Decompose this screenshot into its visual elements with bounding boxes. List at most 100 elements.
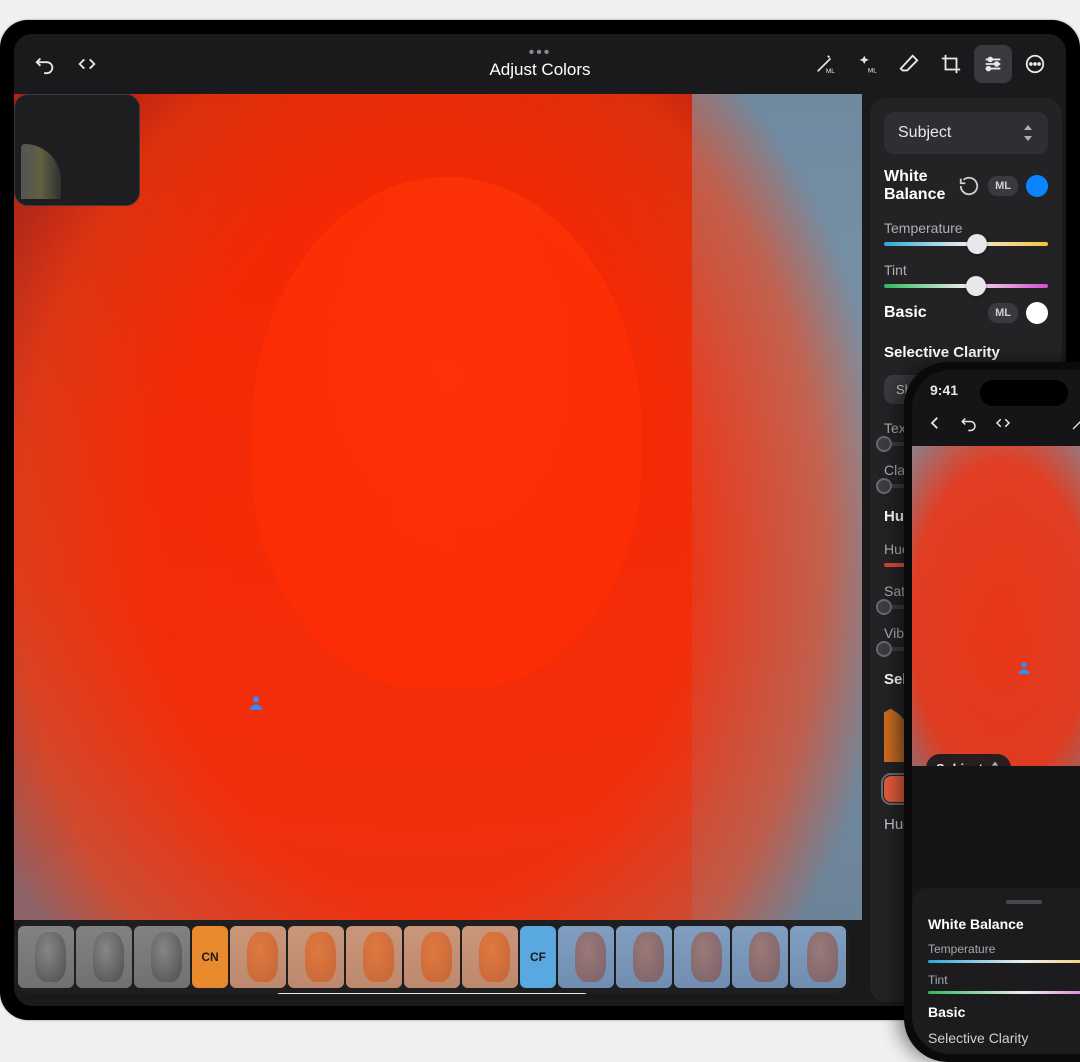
person-icon <box>1016 660 1032 676</box>
home-indicator <box>277 993 587 994</box>
iphone-frame: 9:41 ML Subje <box>904 362 1080 1062</box>
top-toolbar: ••• Adjust Colors ML ML <box>14 34 1066 94</box>
temperature-track[interactable] <box>928 960 1080 963</box>
enhance-ml-button[interactable]: ML <box>806 45 844 83</box>
selective-clarity-title[interactable]: Selective Clarity <box>928 1030 1080 1046</box>
preset-thumb[interactable] <box>732 926 788 988</box>
undo-button[interactable] <box>954 408 984 438</box>
chevron-updown-icon <box>1022 125 1034 141</box>
temperature-slider[interactable]: Temperature <box>884 220 1048 246</box>
subject-pin[interactable] <box>247 694 267 714</box>
svg-text:ML: ML <box>826 68 835 75</box>
slider-thumb[interactable] <box>876 478 892 494</box>
subject-mask-overlay <box>14 94 862 920</box>
wb-title: White Balance <box>928 916 1080 932</box>
back-button[interactable] <box>920 408 950 438</box>
undo-button[interactable] <box>26 45 64 83</box>
tint-label: Tint <box>884 262 1048 278</box>
preset-filmstrip[interactable]: CN CF <box>14 920 850 994</box>
ml-badge[interactable]: ML <box>988 176 1018 196</box>
basic-title[interactable]: Basic <box>928 1004 1080 1020</box>
preset-thumb[interactable] <box>230 926 286 988</box>
adjust-button[interactable] <box>974 45 1012 83</box>
crop-button[interactable] <box>932 45 970 83</box>
preset-thumb[interactable] <box>558 926 614 988</box>
basic-title: Basic <box>884 304 927 322</box>
eraser-icon <box>898 53 920 75</box>
ml-badge[interactable]: ML <box>988 303 1018 323</box>
slider-thumb[interactable] <box>967 234 987 254</box>
temperature-track[interactable] <box>884 242 1048 246</box>
sliders-icon <box>982 53 1004 75</box>
page-title: Adjust Colors <box>489 60 590 80</box>
preset-thumb[interactable] <box>790 926 846 988</box>
temperature-label: Temperature <box>928 942 1080 956</box>
compare-button[interactable] <box>68 45 106 83</box>
slider-thumb[interactable] <box>966 276 986 296</box>
dynamic-island <box>980 380 1068 406</box>
svg-text:ML: ML <box>868 67 877 74</box>
more-icon <box>1024 53 1046 75</box>
subject-pill-label: Subject <box>936 761 983 767</box>
histogram-thumbnail[interactable] <box>14 94 140 206</box>
basic-header[interactable]: Basic ML <box>884 302 1048 324</box>
enhance-button[interactable]: ML <box>1064 408 1080 438</box>
slider-thumb[interactable] <box>876 599 892 615</box>
active-indicator[interactable] <box>1026 175 1048 197</box>
sheet-grabber[interactable] <box>1006 900 1042 904</box>
preset-badge-cn[interactable]: CN <box>192 926 228 988</box>
preset-thumb[interactable] <box>134 926 190 988</box>
subject-pin[interactable] <box>1016 660 1032 676</box>
tint-track[interactable] <box>928 991 1080 994</box>
tint-label: Tint <box>928 973 1080 987</box>
toolbar-title-area: ••• Adjust Colors <box>489 48 590 80</box>
mask-selector-dropdown[interactable]: Subject <box>884 112 1048 154</box>
tint-slider[interactable]: Tint <box>928 973 1080 994</box>
white-balance-title: White Balance <box>884 168 958 204</box>
preset-thumb[interactable] <box>76 926 132 988</box>
person-icon <box>247 694 265 712</box>
white-balance-header: White Balance ML <box>884 168 1048 204</box>
auto-ml-button[interactable]: ML <box>848 45 886 83</box>
more-button[interactable] <box>1016 45 1054 83</box>
preset-badge-cf[interactable]: CF <box>520 926 556 988</box>
image-canvas[interactable] <box>14 94 862 920</box>
mask-selector-label: Subject <box>898 124 951 142</box>
slider-thumb[interactable] <box>876 641 892 657</box>
drag-dots-icon: ••• <box>489 48 590 58</box>
preset-thumb[interactable] <box>616 926 672 988</box>
reset-icon[interactable] <box>958 175 980 197</box>
iphone-screen: 9:41 ML Subje <box>912 370 1080 1054</box>
slider-thumb[interactable] <box>876 436 892 452</box>
canvas-area: CN CF <box>14 94 862 1006</box>
temperature-slider[interactable]: Temperature <box>928 942 1080 963</box>
compare-button[interactable] <box>988 408 1018 438</box>
tint-slider[interactable]: Tint <box>884 262 1048 288</box>
preset-thumb[interactable] <box>346 926 402 988</box>
temperature-label: Temperature <box>884 220 1048 236</box>
eraser-button[interactable] <box>890 45 928 83</box>
chevron-updown-icon <box>990 762 1000 766</box>
iphone-adjust-sheet[interactable]: White Balance Temperature Tint Basic Sel… <box>912 888 1080 1054</box>
preset-thumb[interactable] <box>404 926 460 988</box>
preset-thumb[interactable] <box>18 926 74 988</box>
sparkle-ml-icon: ML <box>856 53 878 75</box>
wand-ml-icon: ML <box>814 53 836 75</box>
status-time: 9:41 <box>930 382 958 398</box>
tint-track[interactable] <box>884 284 1048 288</box>
code-icon <box>994 414 1012 432</box>
subject-mask-overlay <box>912 446 1080 766</box>
preset-thumb[interactable] <box>462 926 518 988</box>
chevron-left-icon <box>926 414 944 432</box>
undo-icon <box>960 414 978 432</box>
preset-thumb[interactable] <box>674 926 730 988</box>
active-indicator[interactable] <box>1026 302 1048 324</box>
iphone-image-canvas[interactable]: Subject <box>912 446 1080 766</box>
undo-icon <box>34 53 56 75</box>
preset-thumb[interactable] <box>288 926 344 988</box>
code-icon <box>76 53 98 75</box>
crop-icon <box>940 53 962 75</box>
subject-pill[interactable]: Subject <box>926 754 1011 766</box>
selective-clarity-title: Selective Clarity <box>884 344 1048 361</box>
wand-ml-icon: ML <box>1070 414 1080 432</box>
